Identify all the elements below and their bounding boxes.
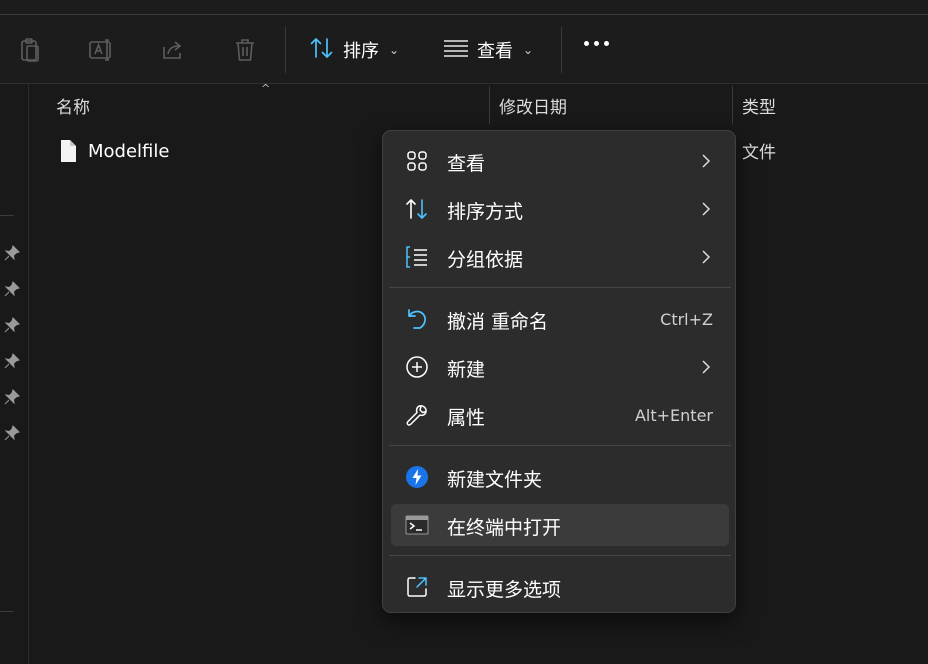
pin-icon[interactable] xyxy=(4,425,20,441)
menu-item-view[interactable]: 查看 xyxy=(391,140,729,182)
group-list-icon xyxy=(405,245,429,269)
menu-item-group-by[interactable]: 分组依据 xyxy=(391,236,729,278)
file-row[interactable]: Modelfile xyxy=(58,136,169,166)
window-top-strip xyxy=(0,0,928,15)
sort-ascending-caret-icon: ^ xyxy=(261,82,271,95)
pin-icon[interactable] xyxy=(4,317,20,333)
column-divider[interactable] xyxy=(732,86,733,124)
pin-icon[interactable] xyxy=(4,281,20,297)
column-header-name[interactable]: 名称 xyxy=(56,84,90,126)
paste-icon[interactable] xyxy=(17,37,43,63)
chevron-right-icon xyxy=(702,250,711,264)
menu-item-label: 属性 xyxy=(447,407,486,429)
sort-label: 排序 xyxy=(343,41,379,62)
menu-item-label: 排序方式 xyxy=(447,201,524,223)
menu-item-label: 显示更多选项 xyxy=(447,579,562,601)
command-bar: 排序 ⌄ 查看 ⌄ xyxy=(0,15,928,84)
column-divider[interactable] xyxy=(489,86,490,124)
menu-item-undo-rename[interactable]: 撤消 重命名 Ctrl+Z xyxy=(391,298,729,340)
menu-separator xyxy=(389,287,731,288)
file-icon xyxy=(61,140,76,162)
toolbar-separator xyxy=(285,27,286,73)
menu-item-label: 在终端中打开 xyxy=(447,517,562,539)
menu-item-label: 撤消 重命名 xyxy=(447,311,549,333)
view-label: 查看 xyxy=(477,41,513,62)
column-headers: ^ 名称 修改日期 类型 xyxy=(29,82,928,126)
chevron-down-icon: ⌄ xyxy=(523,43,534,57)
menu-item-label: 新建 xyxy=(447,359,486,381)
menu-item-new-folder[interactable]: 新建文件夹 xyxy=(391,456,729,498)
chevron-down-icon: ⌄ xyxy=(389,43,400,57)
pin-icon[interactable] xyxy=(4,353,20,369)
nav-divider xyxy=(0,215,14,216)
wrench-icon xyxy=(405,403,429,427)
pin-icon[interactable] xyxy=(4,245,20,261)
menu-item-properties[interactable]: 属性 Alt+Enter xyxy=(391,394,729,436)
pin-icon[interactable] xyxy=(4,389,20,405)
shortcut-text: Alt+Enter xyxy=(634,406,713,425)
navigation-pane xyxy=(0,84,29,664)
column-header-type[interactable]: 类型 xyxy=(742,84,776,126)
open-external-icon xyxy=(405,575,429,599)
more-options-icon[interactable] xyxy=(584,41,609,46)
menu-item-label: 查看 xyxy=(447,153,486,175)
undo-icon xyxy=(405,307,429,331)
view-button[interactable]: 查看 ⌄ xyxy=(443,33,533,67)
new-folder-app-icon xyxy=(405,465,429,489)
context-menu: 查看 排序方式 分组依据 撤消 重命名 Ctrl+Z 新建 属性 Alt+Ent… xyxy=(382,130,736,613)
share-icon[interactable] xyxy=(160,37,186,63)
rename-icon[interactable] xyxy=(88,37,114,63)
view-lines-icon xyxy=(443,37,469,64)
menu-item-show-more-options[interactable]: 显示更多选项 xyxy=(391,566,729,608)
menu-item-label: 分组依据 xyxy=(447,249,524,271)
menu-item-new[interactable]: 新建 xyxy=(391,346,729,388)
file-type: 文件 xyxy=(742,143,776,163)
chevron-right-icon xyxy=(702,154,711,168)
chevron-right-icon xyxy=(702,202,711,216)
nav-divider xyxy=(0,611,14,612)
column-header-modified[interactable]: 修改日期 xyxy=(499,84,567,126)
menu-separator xyxy=(389,555,731,556)
toolbar-separator xyxy=(561,27,562,73)
sort-icon xyxy=(405,197,429,221)
sort-icon xyxy=(309,36,335,65)
file-name: Modelfile xyxy=(88,140,170,162)
chevron-right-icon xyxy=(702,360,711,374)
menu-item-label: 新建文件夹 xyxy=(447,469,543,491)
sort-button[interactable]: 排序 ⌄ xyxy=(309,33,399,67)
plus-circle-icon xyxy=(405,355,429,379)
shortcut-text: Ctrl+Z xyxy=(660,310,713,329)
menu-item-open-in-terminal[interactable]: 在终端中打开 xyxy=(391,504,729,546)
grid-view-icon xyxy=(405,149,429,173)
menu-separator xyxy=(389,445,731,446)
menu-item-sort-by[interactable]: 排序方式 xyxy=(391,188,729,230)
terminal-icon xyxy=(405,513,429,537)
delete-icon[interactable] xyxy=(232,37,258,63)
